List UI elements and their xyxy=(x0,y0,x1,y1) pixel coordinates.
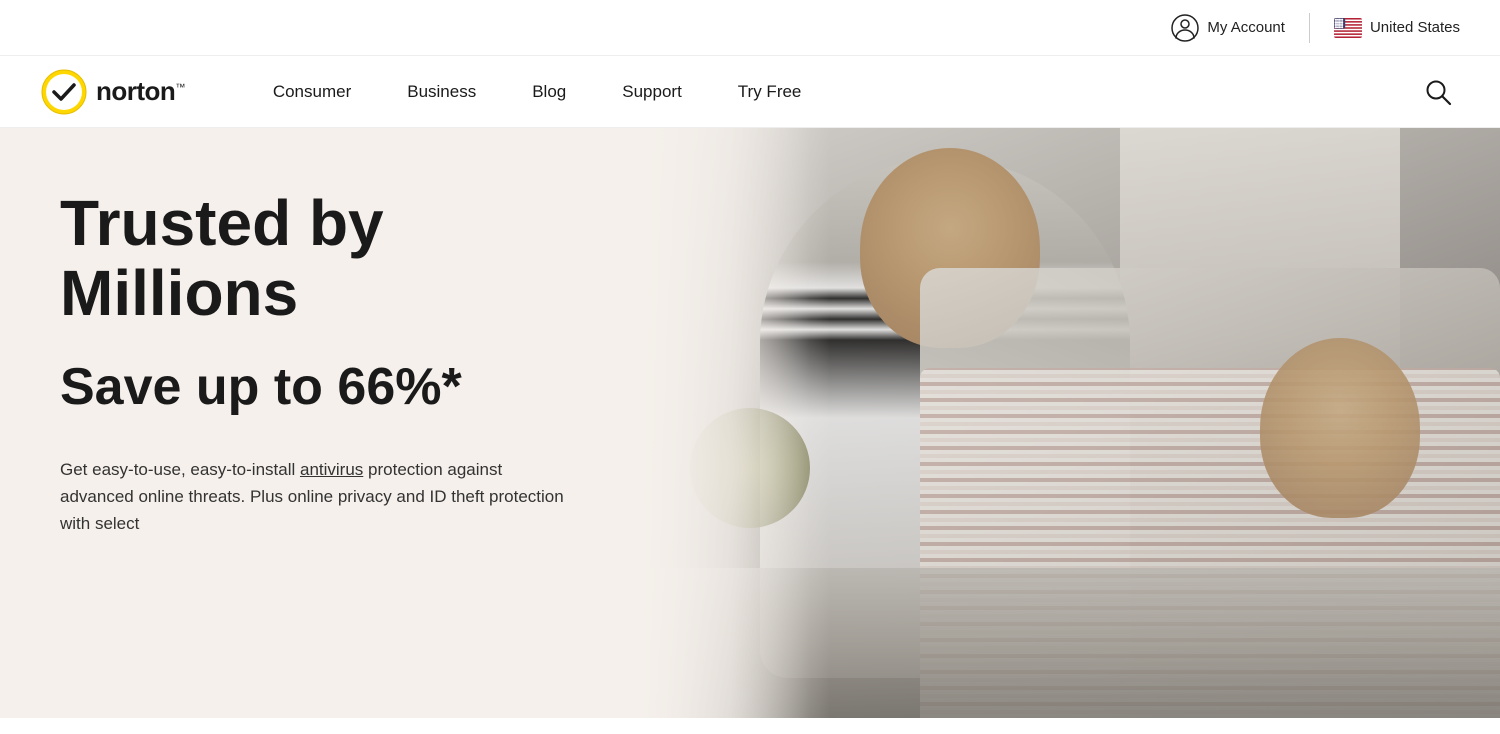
us-flag-icon xyxy=(1334,18,1362,38)
country-label: United States xyxy=(1370,19,1460,36)
top-bar: My Account xyxy=(0,0,1500,56)
search-button[interactable] xyxy=(1416,70,1460,114)
nav-support[interactable]: Support xyxy=(594,56,710,128)
hero-section: Trusted by Millions Save up to 66%* Get … xyxy=(0,128,1500,718)
nav-links: Consumer Business Blog Support Try Free xyxy=(245,56,1416,128)
hero-title: Trusted by Millions xyxy=(60,188,765,329)
top-bar-right: My Account xyxy=(1171,13,1460,43)
nav-consumer[interactable]: Consumer xyxy=(245,56,379,128)
logo[interactable]: norton™ xyxy=(40,68,185,116)
country-selector[interactable]: United States xyxy=(1334,18,1460,38)
nav-business[interactable]: Business xyxy=(379,56,504,128)
my-account-label: My Account xyxy=(1207,19,1285,36)
divider xyxy=(1309,13,1310,43)
search-icon xyxy=(1424,78,1452,106)
nav-blog[interactable]: Blog xyxy=(504,56,594,128)
antivirus-link[interactable]: antivirus xyxy=(300,460,363,479)
hero-content: Trusted by Millions Save up to 66%* Get … xyxy=(0,128,825,718)
account-icon xyxy=(1171,14,1199,42)
logo-text: norton™ xyxy=(96,76,185,107)
nav-try-free[interactable]: Try Free xyxy=(710,56,830,128)
my-account-link[interactable]: My Account xyxy=(1171,14,1285,42)
main-nav: norton™ Consumer Business Blog Support T… xyxy=(0,56,1500,128)
hero-subtitle: Save up to 66%* xyxy=(60,359,765,416)
norton-logo-icon xyxy=(40,68,88,116)
hero-description: Get easy-to-use, easy-to-install antivir… xyxy=(60,456,580,538)
